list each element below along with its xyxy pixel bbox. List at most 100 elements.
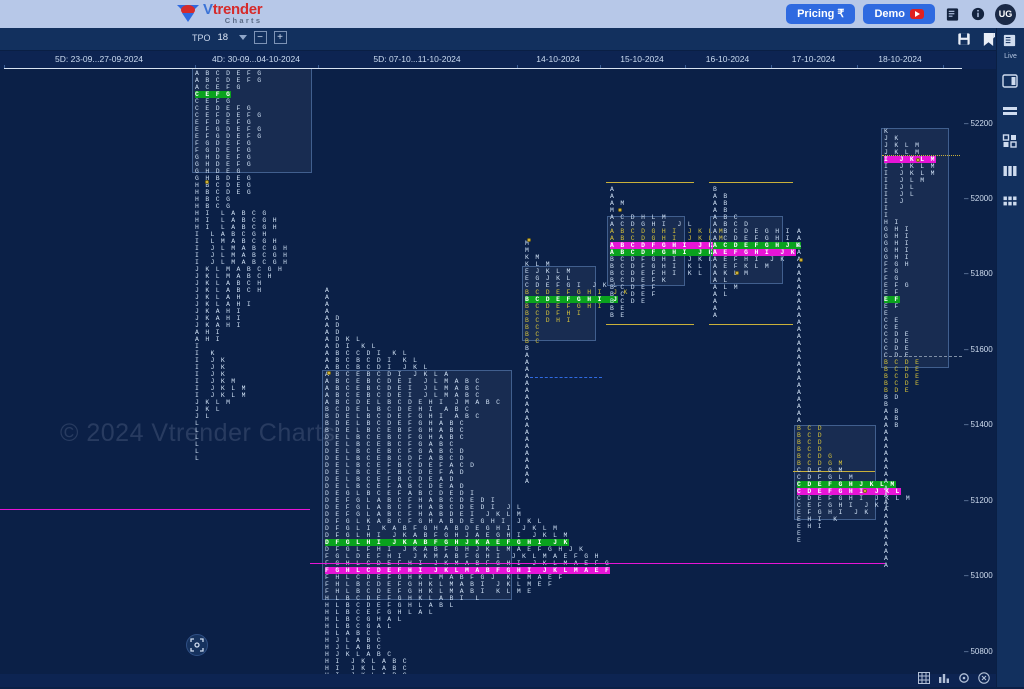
market-profile-chart[interactable]: © 2024 Vtrender Charts A B C D F GA B C …	[0, 69, 964, 674]
grid-3x2-icon[interactable]	[1002, 193, 1019, 210]
tpo-row: A B C D E G H I	[713, 228, 791, 235]
tpo-row: A	[797, 333, 802, 340]
tpo-row: F G	[884, 275, 900, 282]
tpo-row: J K A H I	[195, 322, 242, 329]
demo-button[interactable]: Demo	[863, 4, 935, 24]
rows-layout-icon[interactable]	[1002, 103, 1019, 120]
tpo-row: E F G D E F G	[195, 133, 262, 140]
info-icon[interactable]	[969, 5, 987, 23]
chart-toggle-icon[interactable]	[938, 671, 950, 683]
pricing-button[interactable]: Pricing ₹	[786, 4, 855, 24]
date-header-bar: 5D: 23-09...27-09-20244D: 30-09...04-10-…	[0, 51, 996, 69]
tpo-row: K	[884, 128, 889, 135]
single-print-marker	[916, 158, 920, 162]
close-icon[interactable]	[978, 671, 990, 683]
zoom-in-button[interactable]: +	[274, 31, 287, 44]
date-header-3[interactable]: 14-10-2024	[517, 51, 599, 69]
tpo-row: C E F G	[195, 91, 231, 98]
tpo-row: B C	[525, 331, 541, 338]
tpo-row: C E F G	[195, 98, 231, 105]
tpo-row: A	[525, 436, 530, 443]
tpo-row: A B	[713, 193, 729, 200]
date-header-6[interactable]: 17-10-2024	[771, 51, 856, 69]
save-icon[interactable]	[957, 32, 971, 47]
tpo-row: B D E L B C D E F G H I A B C	[325, 413, 481, 420]
tpo-row: G H D E F G	[195, 161, 252, 168]
tpo-row: B C D E	[884, 373, 920, 380]
document-list-icon[interactable]	[1002, 33, 1019, 50]
tpo-row: A	[884, 429, 889, 436]
date-header-4[interactable]: 15-10-2024	[600, 51, 684, 69]
grid-2x2-icon[interactable]	[1002, 133, 1019, 150]
tpo-row: H B C D E G	[195, 182, 252, 189]
tpo-row: E F	[884, 289, 900, 296]
tpo-row: A	[884, 436, 889, 443]
tpo-row: A	[884, 506, 889, 513]
tpo-row: A	[713, 298, 718, 305]
tpo-row: A C E F G	[195, 84, 242, 91]
tpo-row: I J	[884, 198, 905, 205]
settings-icon[interactable]	[958, 671, 970, 683]
right-rail: Live	[996, 28, 1024, 687]
bookmark-icon[interactable]	[982, 32, 996, 47]
tpo-row: A	[797, 375, 802, 382]
tpo-row: A	[884, 471, 889, 478]
tpo-row: B E	[610, 312, 626, 319]
tpo-row: B C D	[797, 425, 823, 432]
tpo-row: L	[195, 441, 200, 448]
chevron-down-icon[interactable]	[239, 35, 247, 40]
date-header-7[interactable]: 18-10-2024	[857, 51, 943, 69]
tpo-row: D E G L B C E F A B C D E D I	[325, 490, 475, 497]
tpo-row: L	[195, 420, 200, 427]
date-header-0[interactable]: 5D: 23-09...27-09-2024	[4, 51, 194, 69]
tpo-row: A K L M	[713, 270, 749, 277]
tpo-row: E J K L M	[525, 268, 572, 275]
tpo-row: A B C B C D I K L	[325, 357, 418, 364]
price-tick-51200: 51200	[964, 496, 993, 505]
avatar[interactable]: UG	[995, 4, 1016, 25]
tpo-row: I J K L M	[884, 163, 936, 170]
tpo-row: C E	[884, 324, 900, 331]
tpo-row: I	[195, 343, 200, 350]
tpo-row: C D E F G I J K L	[525, 282, 618, 289]
layout-sidebar-icon[interactable]	[1002, 73, 1019, 90]
tpo-row: I J L M A B C G H	[195, 252, 288, 259]
tpo-row: J K L M A B C H	[195, 273, 273, 280]
notes-icon[interactable]	[943, 5, 961, 23]
tpo-row: I J K L M	[195, 392, 247, 399]
tpo-row: I	[884, 205, 889, 212]
date-header-1[interactable]: 4D: 30-09...04-10-2024	[195, 51, 317, 69]
tpo-row: B C D	[797, 432, 823, 439]
tpo-value[interactable]: 18	[218, 32, 232, 43]
tpo-row: H B C G	[195, 203, 231, 210]
tpo-row: E F G	[884, 282, 910, 289]
tpo-row: A	[884, 520, 889, 527]
date-header-2[interactable]: 5D: 07-10...11-10-2024	[318, 51, 516, 69]
session-low-line	[606, 324, 694, 325]
date-header-5[interactable]: 16-10-2024	[685, 51, 770, 69]
tpo-row: I J K L M	[884, 156, 936, 163]
tpo-row: A	[797, 403, 802, 410]
tpo-row: B C D E F G H I	[525, 303, 603, 310]
crosshair-fullscreen-icon[interactable]	[186, 634, 208, 656]
tpo-row: G H B D E G	[195, 175, 252, 182]
tpo-row: C E	[884, 317, 900, 324]
zoom-out-button[interactable]: −	[254, 31, 267, 44]
brand-logo[interactable]: Vtrender Charts	[175, 1, 262, 25]
tpo-row: E H I	[797, 523, 823, 530]
columns-3-icon[interactable]	[1002, 163, 1019, 180]
tpo-row: H J L A B C	[325, 637, 382, 644]
tpo-row: H B C G	[195, 196, 231, 203]
tpo-row: D E F G L A B C F H A B D E I J K L M	[325, 511, 522, 518]
session-high-line	[606, 182, 694, 183]
tpo-row: I	[884, 212, 889, 219]
tpo-row: M	[525, 247, 530, 254]
tpo-row: L	[195, 455, 200, 462]
tpo-row: A	[525, 394, 530, 401]
tpo-row: F H L B C D E F G H K L M A B I J K L M …	[325, 581, 553, 588]
price-axis[interactable]: 5220052000518005160051400512005100050800	[964, 69, 996, 674]
tpo-row: A L M	[713, 284, 739, 291]
grid-icon[interactable]	[918, 671, 930, 683]
tpo-row: A	[325, 301, 330, 308]
tpo-row: C D E F G H I J K L M	[797, 495, 911, 502]
